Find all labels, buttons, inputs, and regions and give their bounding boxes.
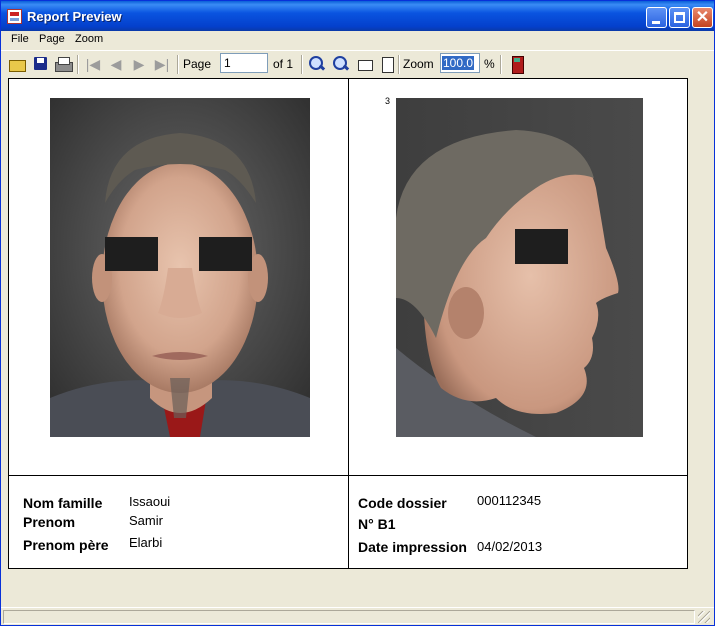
toolbar: |◀ ◀ ▶ ▶| Page of 1 Zoom 100.0 %	[1, 50, 714, 77]
fit-page-icon[interactable]	[379, 56, 395, 73]
prenom-label: Prenom	[23, 514, 76, 530]
code-dossier-value: 000112345	[477, 493, 542, 508]
zoom-input[interactable]: 100.0	[440, 53, 480, 73]
page-label: Page	[183, 57, 212, 71]
exit-icon[interactable]	[509, 56, 525, 74]
window-title: Report Preview	[27, 9, 122, 24]
close-icon: ✕	[695, 9, 710, 26]
percent-label: %	[484, 57, 495, 71]
report-preview-window: Report Preview ✕ File Page Zoom |◀ ◀ ▶ ▶…	[0, 0, 715, 626]
toolbar-separator	[301, 55, 303, 74]
zoom-in-icon[interactable]	[309, 56, 325, 72]
toolbar-separator	[77, 55, 79, 74]
vertical-divider	[348, 79, 349, 569]
zoom-label: Zoom	[403, 57, 434, 71]
page-count-label: of 1	[273, 57, 294, 71]
report-page: 3 Nom famille Issaoui Prenom Samir Preno…	[8, 78, 688, 569]
profile-face-photo	[396, 98, 643, 437]
nom-famille-label: Nom famille	[23, 495, 103, 511]
fit-width-icon[interactable]	[357, 56, 373, 72]
maximize-button[interactable]	[669, 7, 690, 28]
prenom-pere-label: Prenom père	[23, 537, 109, 553]
front-face-photo	[50, 98, 310, 437]
status-bar	[1, 607, 714, 625]
page-number-input[interactable]	[220, 53, 268, 73]
resize-grip-icon[interactable]	[698, 611, 710, 623]
code-dossier-label: Code dossier	[358, 495, 447, 511]
first-page-icon[interactable]: |◀	[85, 56, 101, 72]
zoom-out-icon[interactable]	[333, 56, 349, 72]
prev-page-icon[interactable]: ◀	[108, 56, 124, 72]
status-panel	[3, 610, 695, 624]
nom-famille-value: Issaoui	[129, 494, 171, 509]
menu-page[interactable]: Page	[39, 33, 65, 45]
toolbar-separator	[500, 55, 502, 74]
page-mark: 3	[385, 96, 391, 106]
menu-bar: File Page Zoom	[1, 31, 714, 49]
menu-file[interactable]: File	[11, 33, 29, 45]
minimize-icon	[652, 21, 660, 24]
minimize-button[interactable]	[646, 7, 667, 28]
prenom-value: Samir	[129, 513, 163, 528]
toolbar-separator	[398, 55, 400, 74]
date-impression-label: Date impression	[358, 539, 467, 555]
open-icon[interactable]	[9, 56, 26, 72]
zoom-value: 100.0	[442, 56, 475, 70]
numero-b1-label: N° B1	[358, 516, 396, 532]
prenom-pere-value: Elarbi	[129, 535, 163, 550]
menu-zoom[interactable]: Zoom	[75, 33, 103, 45]
maximize-icon	[674, 12, 685, 23]
date-impression-value: 04/02/2013	[477, 539, 543, 554]
app-icon[interactable]	[7, 9, 22, 24]
last-page-icon[interactable]: ▶|	[154, 56, 170, 72]
save-icon[interactable]	[33, 56, 49, 72]
close-button[interactable]: ✕	[692, 7, 713, 28]
toolbar-separator	[177, 55, 179, 74]
preview-area[interactable]: 3 Nom famille Issaoui Prenom Samir Preno…	[1, 78, 714, 608]
next-page-icon[interactable]: ▶	[131, 56, 147, 72]
title-bar[interactable]: Report Preview ✕	[1, 1, 714, 31]
print-icon[interactable]	[55, 56, 73, 72]
horizontal-divider	[9, 475, 687, 476]
